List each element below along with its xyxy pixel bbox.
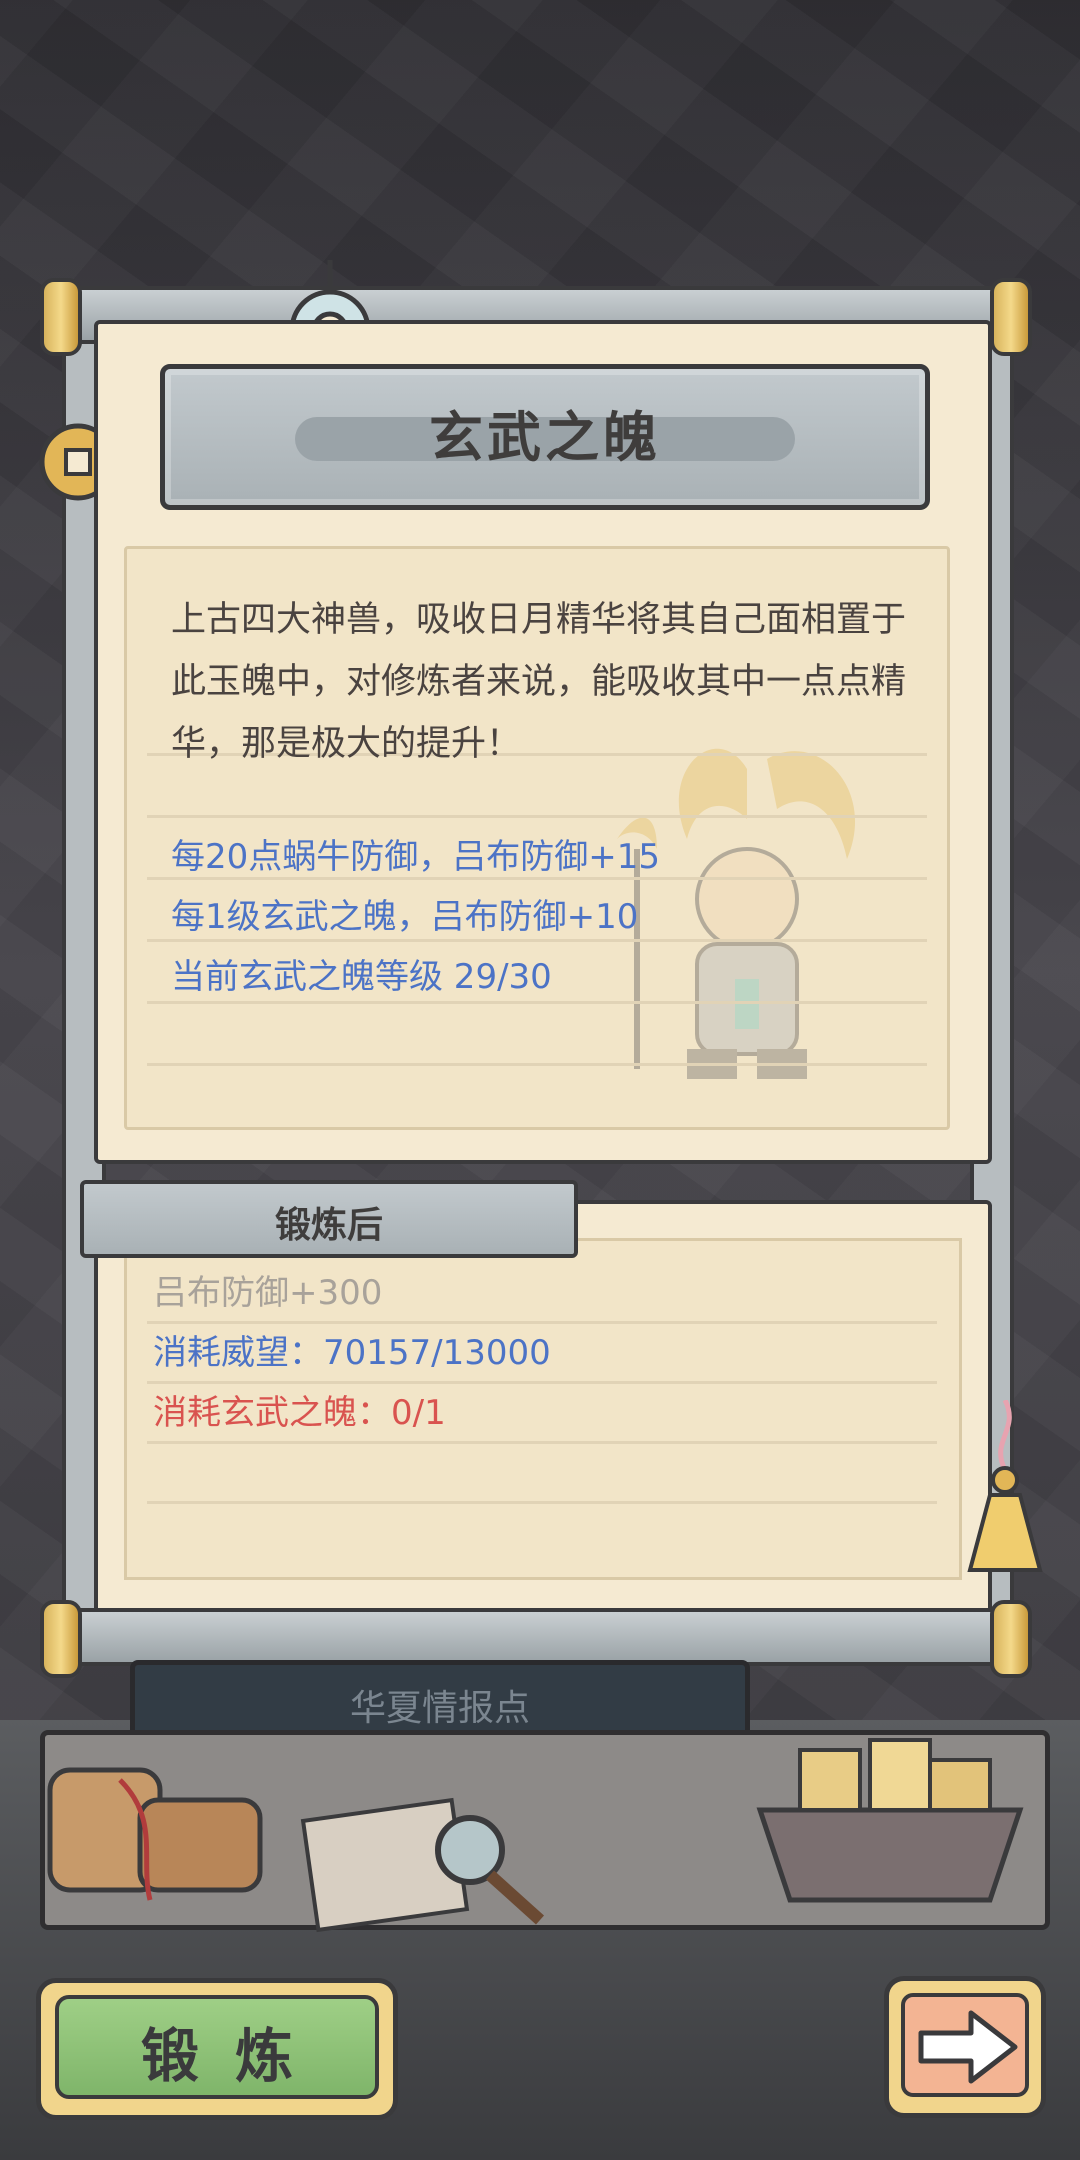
- stat-line-2: 每1级玄武之魄，吕布防御+10: [171, 897, 639, 937]
- title-plate: 玄武之魄: [160, 364, 930, 510]
- description-box: 上古四大神兽，吸收日月精华将其自己面相置于此玉魄中，对修炼者来说，能吸收其中一点…: [124, 546, 950, 1130]
- ruled-line: [147, 815, 927, 818]
- forge-result-paper: 吕布防御+300 消耗威望：70157/13000 消耗玄武之魄：0/1: [94, 1200, 992, 1618]
- next-button[interactable]: [884, 1976, 1046, 2118]
- stat-line-3: 当前玄武之魄等级 29/30: [171, 957, 552, 997]
- rod-cap-top-right: [990, 278, 1032, 356]
- ruled-line: [147, 1501, 937, 1504]
- rolled-scrolls-icon: [47, 1767, 263, 1901]
- ruled-line: [147, 1001, 927, 1004]
- stat-line-1: 每20点蜗牛防御，吕布防御+15: [171, 837, 661, 877]
- forge-effect: 吕布防御+300: [153, 1273, 383, 1313]
- item-title: 玄武之魄: [429, 406, 661, 469]
- arrow-right-icon: [918, 2010, 1018, 2084]
- cost-prestige: 消耗威望：70157/13000: [153, 1333, 551, 1373]
- ruled-line: [147, 1321, 937, 1324]
- rod-cap-bottom-left: [40, 1600, 82, 1678]
- forge-result-header: 锻炼后: [80, 1180, 578, 1258]
- gold-basket-icon: [756, 1738, 1024, 1903]
- tassel-ornament-icon: [967, 1400, 1043, 1572]
- next-button-face: [901, 1993, 1029, 2097]
- ruled-line: [147, 939, 927, 942]
- forge-result-box: 吕布防御+300 消耗威望：70157/13000 消耗玄武之魄：0/1: [124, 1238, 962, 1580]
- forge-button[interactable]: 锻炼: [36, 1978, 398, 2120]
- ruled-line: [147, 1381, 937, 1384]
- rod-cap-bottom-right: [990, 1600, 1032, 1678]
- intel-label: 华夏情报点: [349, 1688, 530, 1729]
- map-magnifier-icon: [300, 1797, 545, 1933]
- item-description: 上古四大神兽，吸收日月精华将其自己面相置于此玉魄中，对修炼者来说，能吸收其中一点…: [171, 600, 907, 764]
- ruled-line: [147, 1441, 937, 1444]
- scroll-bottom-rod: [62, 1608, 1014, 1666]
- forge-button-label: 锻炼: [140, 2022, 329, 2090]
- forge-result-header-label: 锻炼后: [274, 1205, 383, 1246]
- rod-cap-top-left: [40, 278, 82, 356]
- cost-item: 消耗玄武之魄：0/1: [153, 1393, 446, 1433]
- lubu-hero-icon: [617, 748, 856, 1079]
- ruled-line: [147, 1063, 927, 1066]
